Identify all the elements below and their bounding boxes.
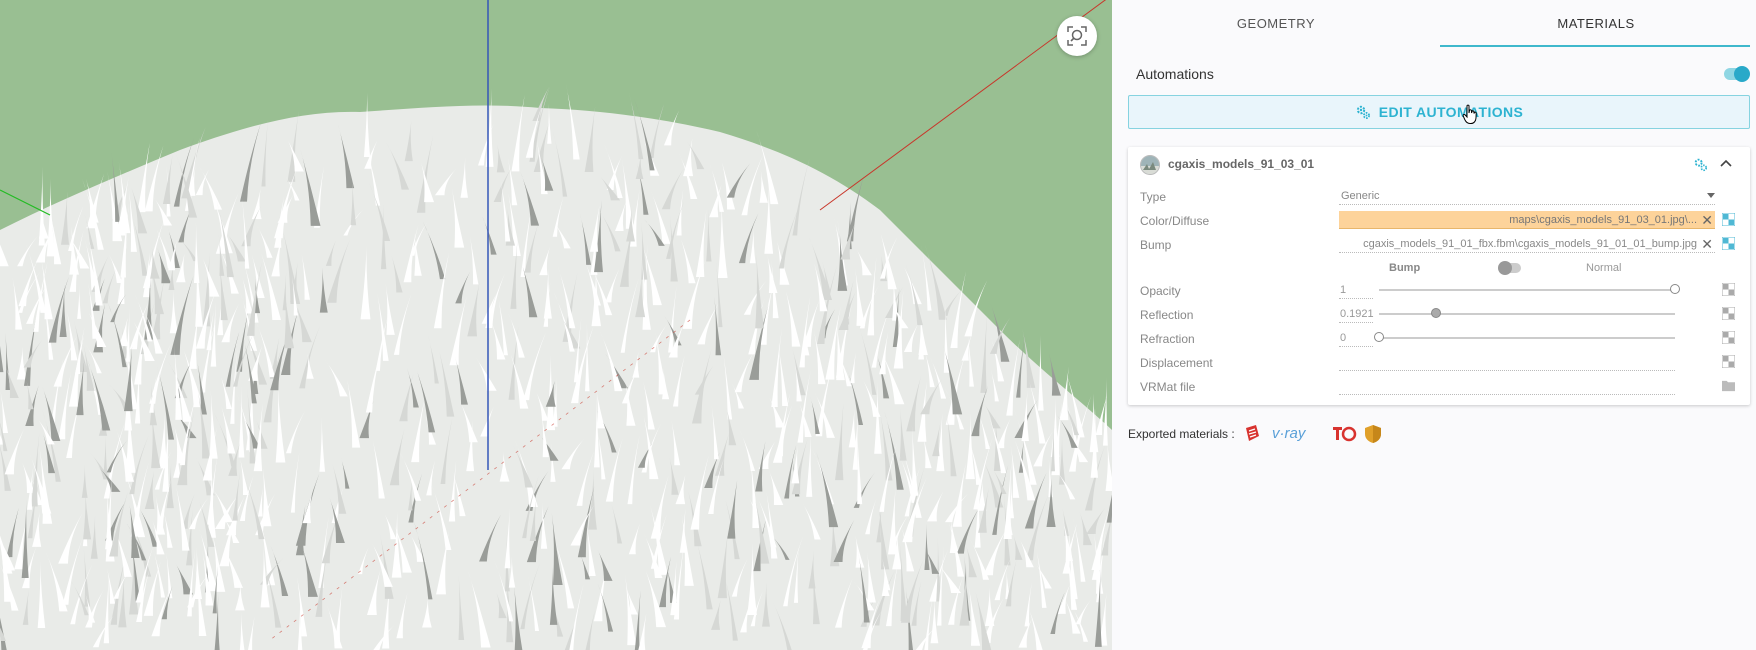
vray-icon[interactable]: v·ray — [1270, 422, 1324, 449]
material-header[interactable]: cgaxis_models_91_03_01 — [1128, 147, 1750, 183]
texture-checker-icon[interactable] — [1722, 213, 1735, 226]
opacity-slider[interactable] — [1379, 284, 1680, 294]
tab-bar: GEOMETRY MATERIALS — [1112, 0, 1752, 48]
opacity-label: Opacity — [1140, 284, 1181, 298]
texture-checker-icon[interactable] — [1722, 331, 1735, 344]
vrmat-row: VRMat file — [1140, 377, 1740, 397]
bump-mode-label: Bump — [1389, 262, 1421, 274]
sketchup-icon[interactable] — [1242, 424, 1262, 449]
slider-thumb[interactable] — [1374, 332, 1384, 342]
clear-icon[interactable]: ✕ — [1701, 212, 1713, 229]
edit-automations-button[interactable]: EDIT AUTOMATIONS — [1128, 95, 1750, 129]
type-select[interactable]: Generic — [1339, 187, 1715, 205]
texture-checker-icon[interactable] — [1722, 307, 1735, 320]
grass-blade — [1102, 376, 1108, 446]
opacity-row: Opacity 1 — [1140, 281, 1740, 301]
displacement-field[interactable] — [1339, 353, 1675, 371]
gears-icon — [1355, 104, 1371, 120]
grass-render — [0, 0, 1112, 650]
slider-thumb[interactable] — [1430, 308, 1441, 318]
type-label: Type — [1140, 190, 1167, 204]
displacement-label: Displacement — [1140, 356, 1213, 370]
tab-materials[interactable]: MATERIALS — [1440, 0, 1752, 46]
bump-normal-row: Bump Normal — [1140, 259, 1740, 279]
type-row: Type Generic — [1140, 187, 1740, 207]
automations-row: Automations — [1136, 64, 1750, 86]
color-diffuse-row: Color/Diffuse maps\cgaxis_models_91_03_0… — [1140, 211, 1740, 231]
3d-viewport[interactable] — [0, 0, 1112, 650]
color-diffuse-path: maps\cgaxis_models_91_03_01.jpg\... — [1509, 214, 1697, 226]
material-name: cgaxis_models_91_03_01 — [1168, 157, 1315, 171]
toggle-knob — [1734, 66, 1750, 82]
reflection-label: Reflection — [1140, 308, 1194, 322]
refraction-label: Refraction — [1140, 332, 1195, 346]
vray-logo-text: v·ray — [1272, 425, 1307, 442]
dropdown-arrow-icon — [1707, 193, 1715, 198]
edit-automations-label: EDIT AUTOMATIONS — [1378, 104, 1524, 120]
reflection-slider[interactable] — [1379, 308, 1675, 318]
type-value: Generic — [1341, 190, 1380, 202]
zoom-extents-button[interactable] — [1057, 16, 1097, 56]
enscape-icon[interactable] — [1364, 424, 1382, 449]
active-tab-indicator — [1440, 45, 1750, 47]
corona-icon[interactable] — [1330, 423, 1358, 448]
tab-geometry[interactable]: GEOMETRY — [1112, 0, 1440, 46]
automations-label: Automations — [1136, 66, 1214, 82]
exported-materials-label: Exported materials : — [1128, 427, 1235, 441]
material-automation-icon[interactable] — [1693, 157, 1708, 177]
chevron-up-icon[interactable] — [1720, 157, 1732, 175]
slider-thumb[interactable] — [1670, 284, 1680, 294]
color-diffuse-label: Color/Diffuse — [1140, 214, 1210, 228]
color-diffuse-field[interactable]: maps\cgaxis_models_91_03_01.jpg\... ✕ — [1339, 211, 1715, 229]
folder-icon[interactable] — [1722, 379, 1735, 392]
vrmat-field[interactable] — [1339, 377, 1675, 395]
displacement-row: Displacement — [1140, 353, 1740, 373]
reflection-row: Reflection 0.1921 — [1140, 305, 1740, 325]
bump-normal-toggle-row — [1140, 230, 1740, 248]
material-thumbnail — [1140, 155, 1160, 175]
zoom-extents-icon — [1067, 26, 1087, 46]
opacity-input[interactable]: 1 — [1339, 281, 1373, 299]
reflection-input[interactable]: 0.1921 — [1339, 305, 1374, 323]
normal-mode-label: Normal — [1586, 262, 1622, 274]
material-card: cgaxis_models_91_03_01 Type Generic Colo… — [1128, 147, 1750, 405]
refraction-row: Refraction 0 — [1140, 329, 1740, 349]
materials-panel: GEOMETRY MATERIALS Automations EDIT AUTO… — [1112, 0, 1756, 650]
bump-normal-toggle[interactable] — [1498, 261, 1521, 275]
texture-checker-icon[interactable] — [1722, 283, 1735, 296]
automations-toggle[interactable] — [1724, 66, 1750, 82]
exported-materials: Exported materials : v·ray — [1128, 422, 1528, 446]
texture-checker-icon[interactable] — [1722, 355, 1735, 368]
hand-cursor-icon — [1462, 104, 1477, 124]
toggle-knob — [1498, 261, 1512, 275]
refraction-input[interactable]: 0 — [1339, 329, 1373, 347]
vrmat-label: VRMat file — [1140, 380, 1196, 394]
refraction-slider[interactable] — [1374, 332, 1675, 342]
